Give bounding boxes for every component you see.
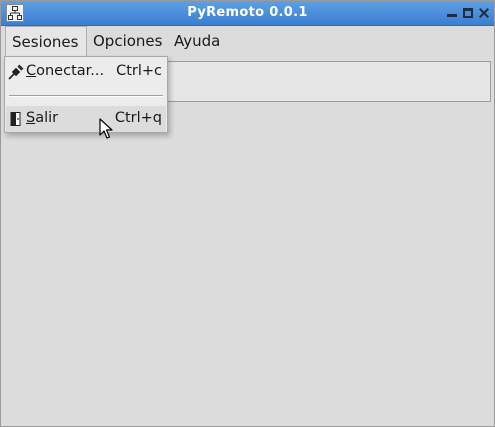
- menu-item-shortcut: Ctrl+q: [114, 110, 162, 126]
- sesiones-dropdown-menu: Conectar... Ctrl+c Salir Ctrl+q: [4, 56, 168, 133]
- menu-bar: Sesiones Opciones Ayuda: [2, 26, 493, 57]
- title-bar[interactable]: PyRemoto 0.0.1: [1, 1, 494, 26]
- menu-item-label: Conectar...: [26, 63, 105, 79]
- plug-icon: [8, 64, 24, 80]
- maximize-button[interactable]: [461, 6, 475, 20]
- close-button[interactable]: [477, 6, 491, 20]
- menu-item-conectar[interactable]: Conectar... Ctrl+c: [6, 59, 166, 85]
- window-title: PyRemoto 0.0.1: [187, 5, 308, 20]
- menu-ayuda[interactable]: Ayuda: [168, 26, 226, 57]
- mouse-cursor-icon: [99, 118, 113, 140]
- menu-item-salir[interactable]: Salir Ctrl+q: [6, 106, 166, 132]
- menu-opciones[interactable]: Opciones: [87, 26, 168, 57]
- menu-item-shortcut: Ctrl+c: [116, 63, 162, 79]
- menu-separator: [9, 95, 163, 97]
- minimize-button[interactable]: [445, 6, 459, 20]
- menu-item-label: Salir: [26, 110, 59, 126]
- door-exit-icon: [8, 111, 24, 127]
- menu-sesiones[interactable]: Sesiones: [5, 26, 87, 57]
